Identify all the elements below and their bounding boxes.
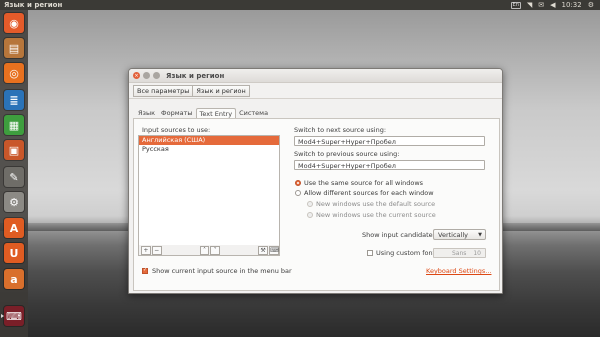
clock[interactable]: 10:32 — [562, 1, 582, 9]
show-source-label: Show current input source in the menu ba… — [152, 267, 292, 275]
minimize-button[interactable] — [143, 72, 150, 79]
input-sources-list[interactable]: Английская (США) Русская — [138, 135, 280, 247]
breadcrumb-language-region[interactable]: Язык и регион — [193, 84, 250, 97]
launcher: ◉ ▤ ◎ ≣ ▦ ▣ ✎ ⚙ A U a ⌨ — [0, 10, 28, 337]
custom-font-checkbox[interactable] — [367, 250, 373, 256]
settings-icon[interactable]: ⚙ — [4, 192, 24, 212]
radio-current-source[interactable] — [307, 212, 313, 218]
candidates-label: Show input candidates: — [362, 231, 439, 239]
firefox-icon[interactable]: ◎ — [4, 63, 24, 83]
ubuntu-one-icon[interactable]: U — [4, 243, 24, 263]
window-titlebar[interactable]: × Язык и регион — [129, 69, 502, 83]
volume-icon[interactable]: ◀ — [550, 1, 555, 9]
software-center-icon[interactable]: A — [4, 218, 24, 238]
radio-same-source-label: Use the same source for all windows — [304, 179, 424, 187]
indicator-area: En ◥ ✉ ◀ 10:32 ⚙ — [510, 1, 600, 9]
text-editor-icon[interactable]: ✎ — [4, 167, 24, 187]
font-picker-button[interactable]: Sans 10 — [433, 248, 486, 258]
move-up-button[interactable]: ˄ — [199, 245, 210, 255]
prev-source-label: Switch to previous source using: — [294, 150, 400, 158]
network-icon[interactable]: ◥ — [527, 1, 532, 9]
active-app-title: Язык и регион — [4, 1, 63, 9]
window-title: Язык и регион — [166, 71, 225, 80]
radio-default-source[interactable] — [307, 201, 313, 207]
mail-icon[interactable]: ✉ — [538, 1, 544, 9]
radio-different-sources[interactable] — [295, 190, 301, 196]
top-panel: Язык и регион En ◥ ✉ ◀ 10:32 ⚙ — [0, 0, 600, 10]
breadcrumb: Все параметры Язык и регион — [129, 83, 502, 99]
font-name: Sans — [452, 250, 467, 257]
maximize-button[interactable] — [153, 72, 160, 79]
impress-icon[interactable]: ▣ — [4, 140, 24, 160]
next-source-shortcut-field[interactable]: Mod4+Super+Hyper+Пробел — [294, 136, 485, 146]
add-source-button[interactable]: + — [141, 245, 151, 255]
keyboard-layout-button[interactable]: ⌨ — [268, 245, 279, 255]
tab-system[interactable]: Система — [236, 108, 271, 118]
keyboard-layout-indicator[interactable]: En — [510, 1, 521, 9]
tab-formats[interactable]: Форматы — [158, 108, 196, 118]
breadcrumb-all-settings[interactable]: Все параметры — [133, 84, 194, 97]
prev-source-shortcut-field[interactable]: Mod4+Super+Hyper+Пробел — [294, 160, 485, 170]
close-button[interactable]: × — [133, 72, 140, 79]
input-sources-toolbar: + − ˄ ˅ ⚒ ⌨ — [138, 245, 280, 256]
next-source-label: Switch to next source using: — [294, 126, 387, 134]
tab-bar: Язык Форматы Text Entry Система — [135, 108, 271, 119]
radio-default-source-label: New windows use the default source — [316, 200, 436, 208]
settings-window: × Язык и регион Все параметры Язык и рег… — [128, 68, 503, 294]
remove-source-button[interactable]: − — [151, 245, 162, 255]
keyboard-settings-link[interactable]: Keyboard Settings... — [426, 267, 491, 275]
candidates-dropdown[interactable]: Vertically ▼ — [433, 229, 486, 240]
source-settings-button[interactable]: ⚒ — [258, 245, 268, 255]
running-indicator — [1, 314, 4, 318]
list-item[interactable]: Русская — [139, 145, 279, 154]
amazon-icon[interactable]: a — [4, 269, 24, 289]
chevron-down-icon: ▼ — [478, 232, 482, 238]
candidates-value: Vertically — [438, 231, 468, 239]
radio-current-source-label: New windows use the current source — [316, 211, 436, 219]
tab-language[interactable]: Язык — [135, 108, 158, 118]
font-size: 10 — [473, 250, 481, 257]
radio-different-sources-label: Allow different sources for each window — [304, 189, 434, 197]
calc-icon[interactable]: ▦ — [4, 115, 24, 135]
files-icon[interactable]: ▤ — [4, 38, 24, 58]
keyboard-settings-icon[interactable]: ⌨ — [1, 306, 24, 326]
input-sources-label: Input sources to use: — [142, 126, 211, 134]
custom-font-label: Using custom font: — [376, 249, 438, 257]
dash-icon[interactable]: ◉ — [4, 13, 24, 33]
list-item[interactable]: Английская (США) — [139, 136, 279, 145]
writer-icon[interactable]: ≣ — [4, 90, 24, 110]
show-source-checkbox[interactable] — [142, 267, 148, 274]
power-gear-icon[interactable]: ⚙ — [588, 1, 594, 9]
move-down-button[interactable]: ˅ — [210, 245, 221, 255]
radio-same-source[interactable] — [295, 180, 301, 186]
